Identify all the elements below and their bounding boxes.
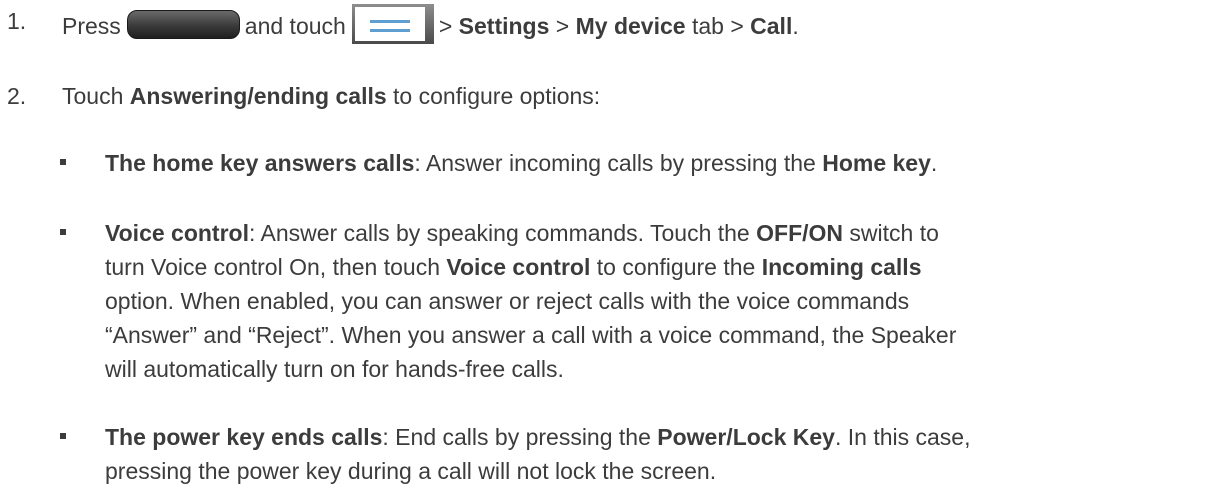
call-label: Call	[750, 13, 793, 39]
power-lock-key-label: Power/Lock Key	[657, 424, 835, 450]
bullet-title: The home key answers calls	[105, 150, 415, 176]
bullet-icon	[60, 433, 66, 439]
instructions-document: 1. Press and touch > Settings > My device …	[0, 0, 1219, 502]
home-key-icon	[126, 10, 240, 39]
voice-control-label: Voice control	[446, 254, 591, 280]
step-text: Touch Answering/ending calls to configur…	[62, 83, 601, 109]
menu-key-icon	[351, 4, 434, 44]
step-text: Press and touch > Settings > My device tab…	[62, 4, 799, 44]
step-number: 2.	[7, 83, 27, 109]
incoming-calls-label: Incoming calls	[761, 254, 922, 280]
bullet-icon	[60, 229, 66, 235]
bullet-title: Voice control	[105, 220, 249, 246]
my-device-label: My device	[575, 13, 686, 39]
settings-label: Settings	[458, 13, 550, 39]
off-on-label: OFF/ON	[756, 220, 844, 246]
bullet-icon	[60, 159, 66, 165]
step-number: 1.	[7, 8, 27, 34]
bullet-title: The power key ends calls	[105, 424, 383, 450]
home-key-label: Home key	[822, 150, 931, 176]
answering-ending-calls-label: Answering/ending calls	[129, 83, 387, 109]
